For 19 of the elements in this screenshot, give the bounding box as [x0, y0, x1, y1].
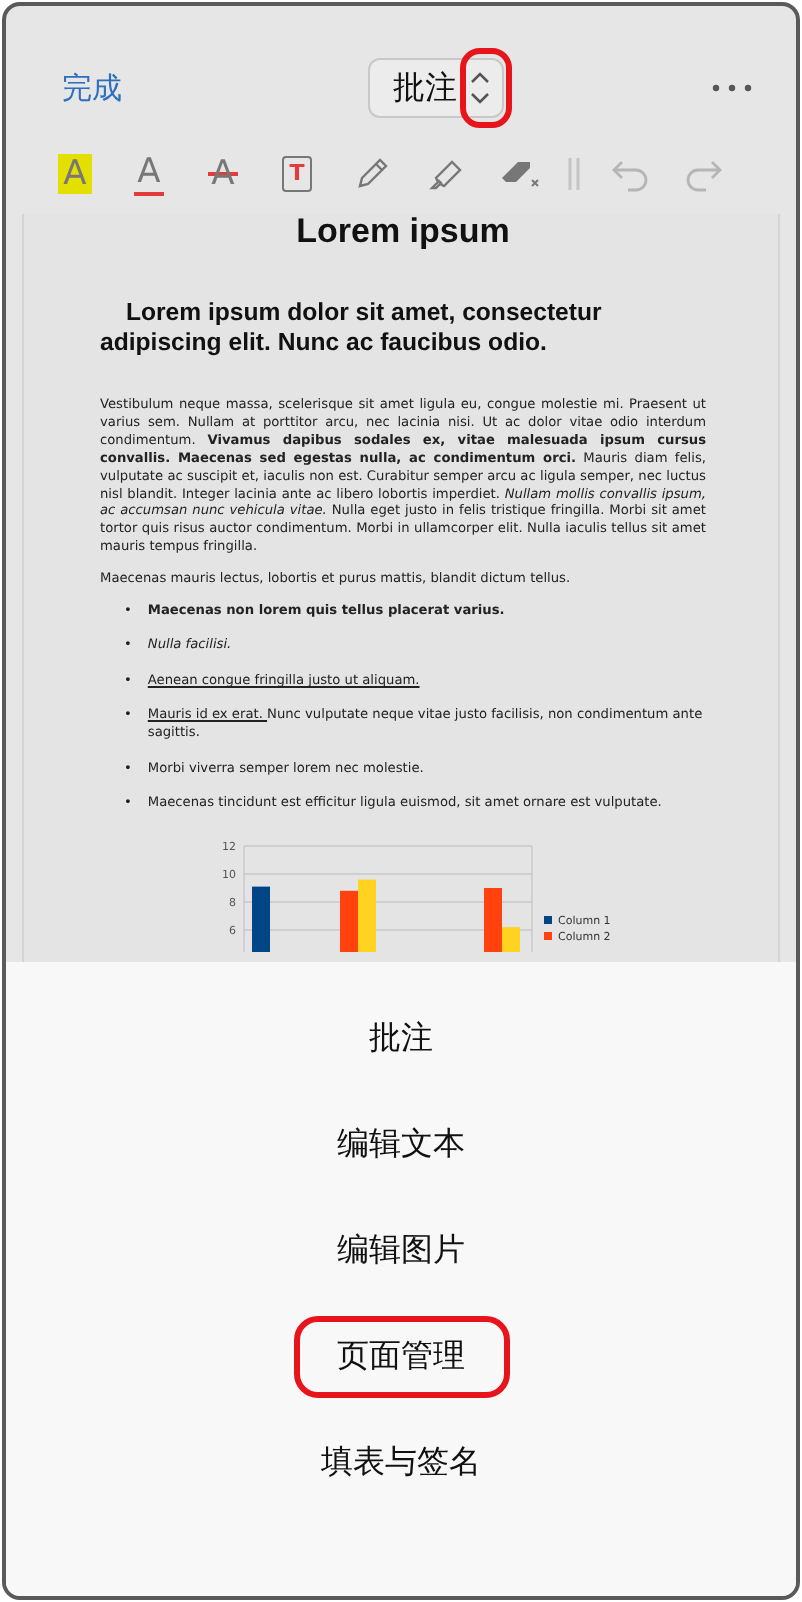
chevron-up-down-icon [469, 70, 489, 106]
chart-bar [340, 890, 358, 952]
sheet-menu-item[interactable]: 批注 [353, 986, 449, 1092]
sheet-menu-item[interactable]: 编辑文本 [321, 1092, 481, 1198]
chart-bar [252, 886, 270, 952]
marker-icon[interactable] [427, 156, 463, 192]
text-color-tool[interactable]: A [133, 152, 165, 196]
document-heading: Lorem ipsum dolor sit amet, consectetur adipiscing elit. Nunc ac faucibus odio. [100, 298, 604, 358]
document-title: Lorem ipsum [294, 214, 512, 250]
sheet-menu-item[interactable]: 页面管理 [321, 1304, 481, 1410]
sheet-menu-item[interactable]: 填表与签名 [305, 1410, 497, 1516]
more-icon[interactable] [712, 84, 752, 92]
chart-bar [358, 879, 376, 952]
eraser-icon[interactable] [497, 156, 541, 192]
done-button[interactable]: 完成 [62, 69, 122, 107]
mode-selector[interactable]: 批注 [367, 58, 503, 118]
sheet-menu-item[interactable]: 编辑图片 [321, 1198, 481, 1304]
grip-icon [566, 154, 582, 194]
pencil-icon[interactable] [353, 156, 389, 192]
